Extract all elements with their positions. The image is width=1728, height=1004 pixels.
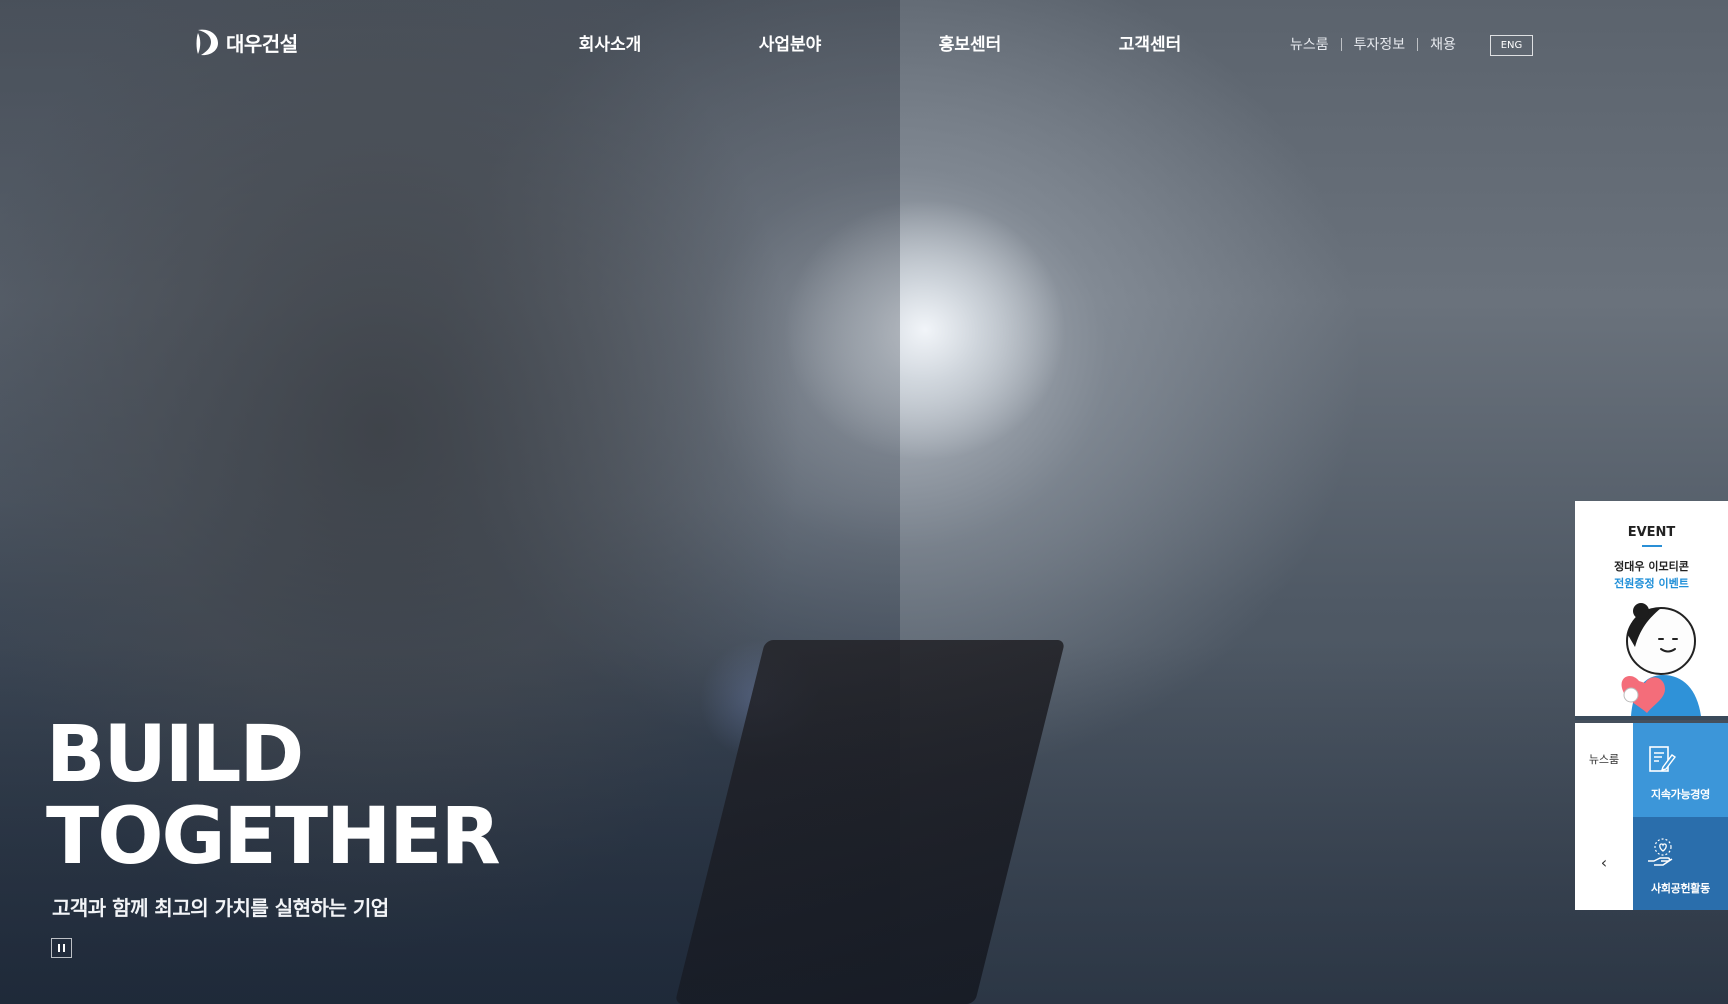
quick-sustainability-label: 지속가능경영 <box>1651 788 1710 801</box>
mascot-heart-icon <box>1621 603 1701 716</box>
hero-title-line2: TOGETHER <box>46 792 501 882</box>
util-divider <box>1417 37 1419 51</box>
pause-icon <box>58 944 60 952</box>
util-link-careers[interactable]: 채용 <box>1430 34 1456 54</box>
quick-newsroom-button[interactable]: 뉴스룸 <box>1575 723 1633 817</box>
utility-links: 뉴스룸 투자정보 채용 <box>1290 34 1456 54</box>
hero-title: BUILD TOGETHER <box>46 710 501 882</box>
event-text-line1: 정대우 이모티콘 <box>1614 560 1689 573</box>
pause-icon <box>63 944 65 952</box>
nav-item-pr[interactable]: 홍보센터 <box>880 30 1060 55</box>
document-pen-icon <box>1649 746 1677 772</box>
quick-sustainability-button[interactable]: 지속가능경영 <box>1633 723 1728 817</box>
hero-title-line1: BUILD <box>46 710 304 800</box>
event-banner[interactable]: EVENT 정대우 이모티콘 전원증정 이벤트 <box>1575 501 1728 716</box>
event-title-underline <box>1642 545 1662 547</box>
util-link-newsroom[interactable]: 뉴스룸 <box>1290 34 1329 54</box>
language-button[interactable]: ENG <box>1490 35 1533 56</box>
slider-pause-button[interactable] <box>51 938 72 958</box>
main-nav: 회사소개 사업분야 홍보센터 고객센터 <box>520 30 1240 55</box>
quick-social-label: 사회공헌활동 <box>1651 882 1710 895</box>
logo-mark-icon <box>194 27 220 57</box>
heart-hand-icon <box>1648 838 1673 866</box>
brand-name: 대우건설 <box>226 31 298 56</box>
nav-item-customer[interactable]: 고객센터 <box>1060 30 1240 55</box>
chevron-left-icon: ‹ <box>1600 853 1608 872</box>
quick-menu-divider <box>1575 716 1728 720</box>
quick-newsroom-label: 뉴스룸 <box>1588 753 1620 766</box>
nav-item-business[interactable]: 사업분야 <box>700 30 880 55</box>
event-text-line2: 전원증정 이벤트 <box>1614 577 1689 590</box>
quick-collapse-button[interactable]: ‹ <box>1575 817 1633 910</box>
quick-menu: EVENT 정대우 이모티콘 전원증정 이벤트 뉴스룸 ‹ 지속가능경영 사회공… <box>1575 501 1728 910</box>
nav-item-company[interactable]: 회사소개 <box>520 30 700 55</box>
site-header: 대우건설 회사소개 사업분야 홍보센터 고객센터 뉴스룸 투자정보 채용 ENG <box>0 0 1728 90</box>
event-title: EVENT <box>1627 525 1676 540</box>
quick-social-button[interactable]: 사회공헌활동 <box>1633 817 1728 910</box>
util-divider <box>1340 37 1342 51</box>
hero-subtitle: 고객과 함께 최고의 가치를 실현하는 기업 <box>52 896 389 920</box>
brand-logo[interactable]: 대우건설 <box>194 26 298 58</box>
util-link-ir[interactable]: 투자정보 <box>1354 34 1406 54</box>
